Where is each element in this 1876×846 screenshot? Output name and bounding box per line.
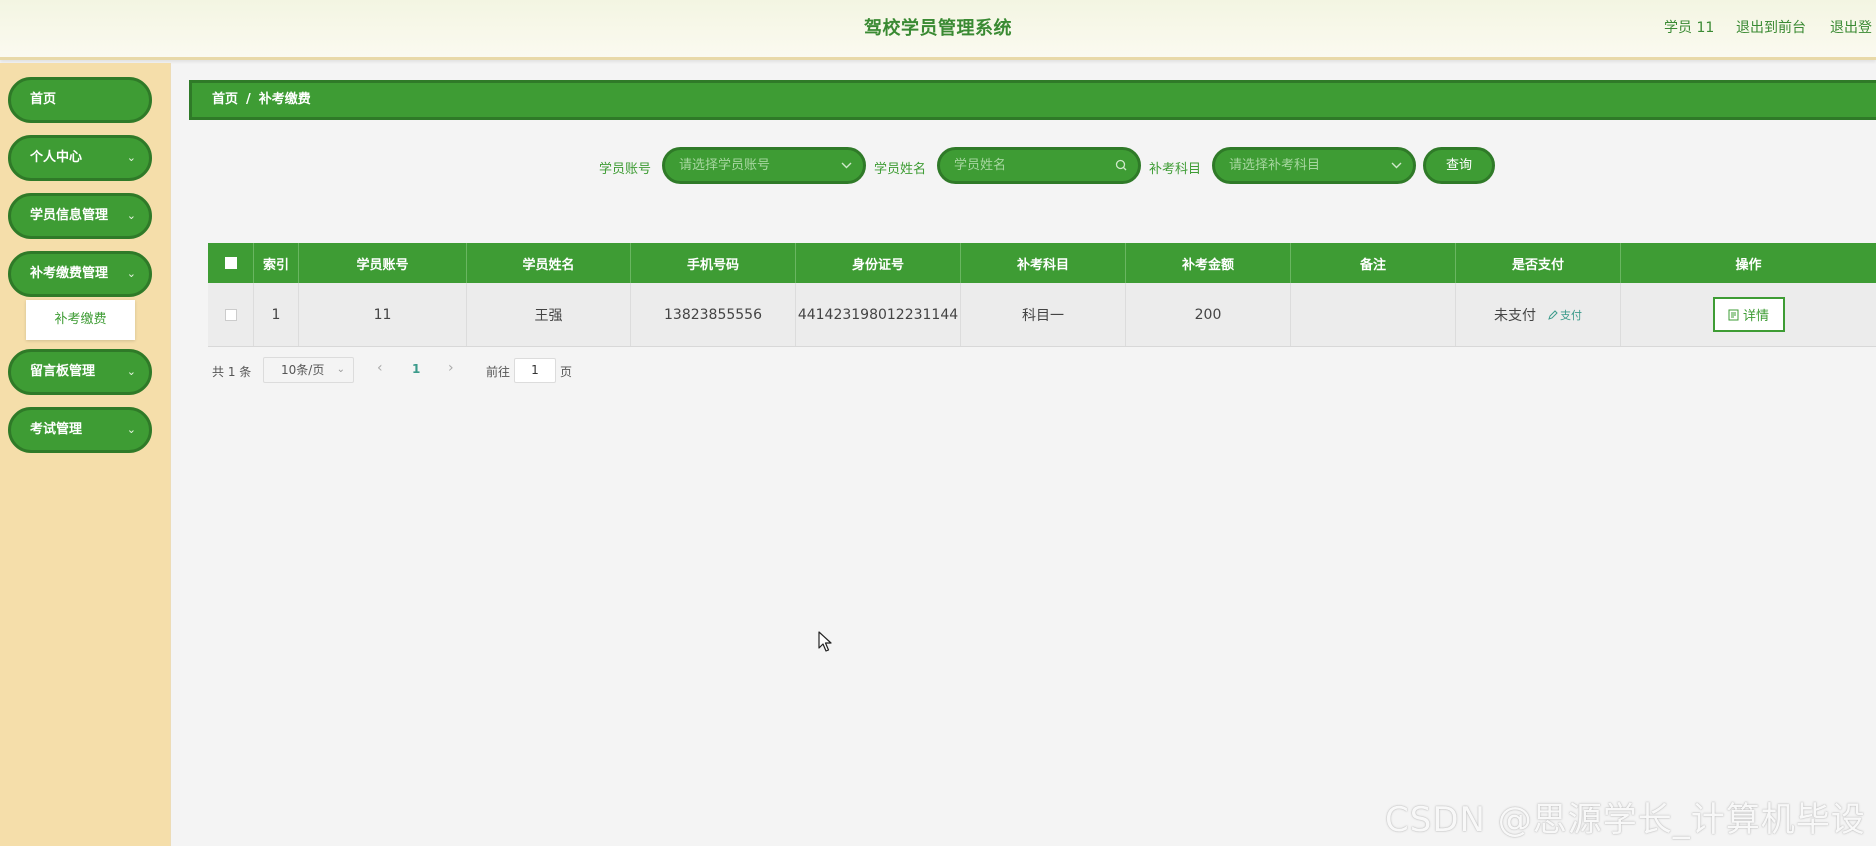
chevron-down-icon: ⌄ <box>126 151 136 164</box>
chevron-down-icon: ⌄ <box>126 365 136 378</box>
select-all-checkbox[interactable] <box>224 257 237 269</box>
pay-link-label: 支付 <box>1560 308 1582 322</box>
sidebar-item-exam[interactable]: 考试管理 ⌄ <box>8 407 152 453</box>
subject-label: 补考科目 <box>1149 162 1202 177</box>
chevron-down-icon <box>1391 150 1402 193</box>
sidebar-item-label: 学员信息管理 <box>30 208 109 223</box>
subject-select-placeholder: 请选择补考科目 <box>1229 158 1321 173</box>
sidebar-item-student-info[interactable]: 学员信息管理 ⌄ <box>8 193 152 239</box>
chevron-down-icon: ⌄ <box>336 364 345 375</box>
cell-remark <box>1291 283 1456 346</box>
name-input-placeholder: 学员姓名 <box>954 158 1007 173</box>
cell-account: 11 <box>299 283 467 346</box>
top-header: 驾校学员管理系统 学员 11 退出到前台 退出登 <box>0 0 1876 60</box>
breadcrumb: 首页 / 补考缴费 <box>189 80 1876 120</box>
sidebar: 首页 个人中心 ⌄ 学员信息管理 ⌄ 补考缴费管理 ⌄ 补考缴费 留言板管理 ⌄… <box>0 63 171 846</box>
pay-link[interactable]: 支付 <box>1548 307 1582 323</box>
sidebar-item-makeup-fee[interactable]: 补考缴费管理 ⌄ <box>8 251 152 297</box>
cell-actions: 详情 <box>1621 283 1876 346</box>
cell-index: 1 <box>254 283 299 346</box>
cell-name: 王强 <box>467 283 631 346</box>
select-all-cell <box>208 243 254 283</box>
detail-button[interactable]: 详情 <box>1712 297 1785 332</box>
row-select-cell <box>208 283 254 346</box>
chevron-down-icon <box>841 150 852 193</box>
cell-subject: 科目一 <box>961 283 1126 346</box>
sidebar-item-label: 考试管理 <box>30 422 83 437</box>
row-checkbox[interactable] <box>224 308 237 321</box>
col-header: 手机号码 <box>631 243 796 283</box>
account-label: 学员账号 <box>599 162 652 177</box>
cell-paid-status: 未支付 支付 <box>1456 283 1621 346</box>
subject-select[interactable]: 请选择补考科目 <box>1212 147 1416 184</box>
paid-status-text: 未支付 <box>1494 307 1536 324</box>
page-size-select[interactable]: 10条/页 ⌄ <box>263 357 354 383</box>
breadcrumb-separator: / <box>246 92 251 107</box>
detail-button-label: 详情 <box>1742 309 1769 324</box>
next-page-icon[interactable]: › <box>448 360 454 376</box>
cell-amount: 200 <box>1126 283 1291 346</box>
sidebar-item-label: 个人中心 <box>30 150 83 165</box>
sidebar-item-personal-center[interactable]: 个人中心 ⌄ <box>8 135 152 181</box>
table-header: 索引 学员账号 学员姓名 手机号码 身份证号 补考科目 补考金额 备注 是否支付… <box>208 243 1876 283</box>
col-header: 学员账号 <box>299 243 467 283</box>
table-row: 1 11 王强 13823855556 441423198012231144 科… <box>208 283 1876 347</box>
sidebar-item-label: 留言板管理 <box>30 364 96 379</box>
col-header: 是否支付 <box>1456 243 1621 283</box>
cell-id-card: 441423198012231144 <box>796 283 961 346</box>
current-user: 学员 11 <box>1664 20 1715 36</box>
name-search-input[interactable]: 学员姓名 <box>937 147 1141 184</box>
sidebar-item-home[interactable]: 首页 <box>8 77 152 123</box>
goto-label: 前往 <box>486 365 511 379</box>
account-select[interactable]: 请选择学员账号 <box>662 147 866 184</box>
total-count: 共 1 条 <box>212 365 252 379</box>
col-header: 身份证号 <box>796 243 961 283</box>
chevron-down-icon: ⌄ <box>126 423 136 436</box>
page-suffix: 页 <box>560 365 573 379</box>
prev-page-icon[interactable]: ‹ <box>377 360 383 376</box>
col-header: 备注 <box>1291 243 1456 283</box>
col-header: 补考科目 <box>961 243 1126 283</box>
col-header: 学员姓名 <box>467 243 631 283</box>
chevron-down-icon: ⌄ <box>126 267 136 280</box>
sidebar-item-message-board[interactable]: 留言板管理 ⌄ <box>8 349 152 395</box>
cell-phone: 13823855556 <box>631 283 796 346</box>
goto-page-input[interactable]: 1 <box>514 358 556 383</box>
search-icon <box>1115 150 1127 193</box>
chevron-down-icon: ⌄ <box>126 209 136 222</box>
sidebar-item-label: 首页 <box>30 92 57 107</box>
breadcrumb-home[interactable]: 首页 <box>212 83 238 117</box>
edit-icon <box>1548 309 1558 320</box>
document-icon <box>1728 309 1739 320</box>
sidebar-item-label: 补考缴费管理 <box>30 266 109 281</box>
name-label: 学员姓名 <box>874 162 927 177</box>
sidebar-subitem-makeup-fee[interactable]: 补考缴费 <box>26 300 135 340</box>
page-number[interactable]: 1 <box>412 362 420 376</box>
system-title: 驾校学员管理系统 <box>864 18 1012 39</box>
breadcrumb-current: 补考缴费 <box>258 92 311 107</box>
col-header: 索引 <box>254 243 299 283</box>
mouse-cursor-icon <box>818 631 832 652</box>
page-size-value: 10条/页 <box>281 363 325 377</box>
logout-link[interactable]: 退出登 <box>1830 17 1872 37</box>
exit-to-frontend-link[interactable]: 退出到前台 <box>1736 17 1806 37</box>
col-header: 操作 <box>1735 257 1762 273</box>
query-button[interactable]: 查询 <box>1423 147 1495 184</box>
watermark: CSDN @思源学长_计算机毕设 <box>1385 800 1866 840</box>
account-select-placeholder: 请选择学员账号 <box>679 158 771 173</box>
col-header: 补考金额 <box>1126 243 1291 283</box>
